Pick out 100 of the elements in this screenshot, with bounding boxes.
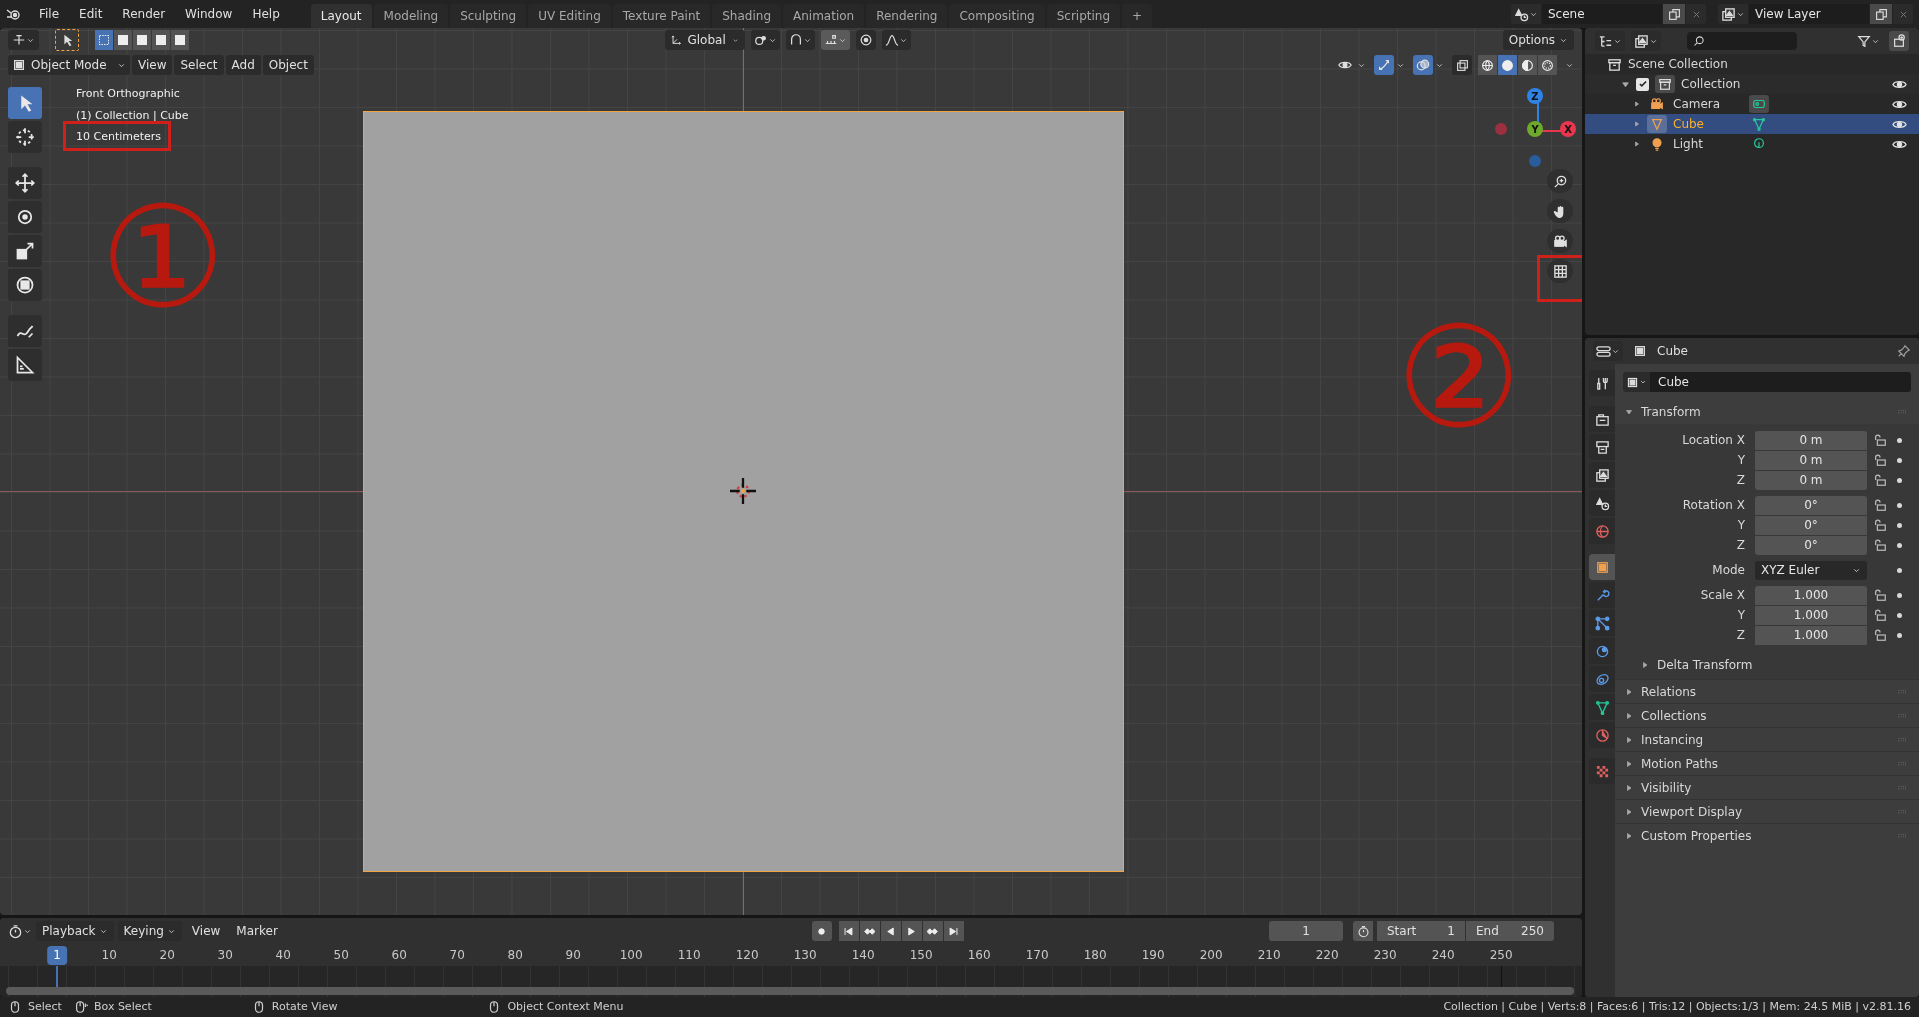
frame-number: 130 [793, 947, 817, 964]
subpanel-header[interactable]: Delta Transform [1615, 655, 1919, 675]
panel-header[interactable]: Instancing [1625, 730, 1704, 749]
frame-number: 150 [909, 947, 933, 964]
outliner-row[interactable]: Cube [1585, 114, 1919, 134]
header-menu[interactable]: Add [225, 55, 261, 75]
panel-header[interactable]: Custom Properties [1625, 826, 1752, 845]
number-field[interactable]: 1.000 [1755, 625, 1867, 645]
frame-number: 250 [1489, 947, 1513, 964]
number-field[interactable]: 0 m [1755, 450, 1867, 470]
number-field[interactable]: 0 m [1755, 430, 1867, 450]
mode-dropdown[interactable]: Object Mode [8, 55, 130, 75]
workspace-tab[interactable]: Compositing [949, 4, 1045, 28]
frame-number: 20 [159, 947, 175, 964]
outliner-item[interactable]: Cube [1673, 115, 1743, 133]
frame-range-field[interactable]: End 250 [1466, 921, 1554, 941]
number-field[interactable]: 1.000 [1755, 605, 1867, 625]
frame-number: 240 [1431, 947, 1455, 964]
workspace-tab[interactable]: Shading [712, 4, 781, 28]
menu-item[interactable]: Render [113, 3, 175, 25]
field-label: Scale X [1699, 587, 1746, 604]
frame-range-field[interactable]: Start 1 [1377, 921, 1465, 941]
status-hint: Rotate View [271, 998, 338, 1015]
panel-header[interactable]: Visibility [1625, 778, 1692, 797]
field-label: Y [1736, 452, 1746, 469]
header-menu[interactable]: Select [174, 55, 224, 75]
field-label: Location X [1681, 432, 1746, 449]
number-field[interactable]: 0° [1755, 495, 1867, 515]
annotation-number: ① [100, 188, 226, 328]
number-field[interactable]: 1.000 [1755, 585, 1867, 605]
axis-handle[interactable]: Y [1527, 121, 1543, 137]
axis-handle[interactable]: X [1560, 121, 1576, 137]
field-value: 250 [1521, 923, 1544, 940]
frame-number: 80 [507, 947, 523, 964]
panel-header[interactable]: Motion Paths [1625, 754, 1719, 773]
panel-header[interactable]: Transform [1625, 403, 1701, 421]
number-field[interactable]: 0° [1755, 515, 1867, 535]
number-field[interactable]: 0° [1755, 535, 1867, 555]
panel-header[interactable]: Viewport Display [1625, 802, 1743, 821]
field-label: Mode [1711, 562, 1746, 579]
field-value: 1 [1447, 923, 1455, 940]
frame-number: 180 [1083, 947, 1107, 964]
workspace-tab[interactable]: Modeling [373, 4, 449, 28]
outliner-item[interactable]: Collection [1681, 75, 1741, 93]
timeline-menu[interactable]: Playback [36, 921, 114, 941]
menu-item[interactable]: Edit [70, 3, 112, 25]
panel-header[interactable]: Collections [1625, 706, 1707, 725]
header-menu[interactable]: View [132, 55, 173, 75]
outliner-item[interactable]: Scene Collection [1628, 55, 1728, 73]
options-dropdown[interactable]: Options [1502, 30, 1574, 50]
panel-header[interactable]: Relations [1625, 682, 1697, 701]
workspace-tab[interactable]: + [1122, 4, 1153, 28]
timeline-menu[interactable]: Marker [230, 921, 284, 941]
status-hint: Object Context Menu [507, 998, 624, 1015]
header-menu[interactable]: Object [262, 55, 314, 75]
field-label: Start [1387, 923, 1417, 940]
workspace-tab[interactable]: Sculpting [450, 4, 527, 28]
workspace-tab[interactable]: Rendering [866, 4, 948, 28]
frame-number: 210 [1257, 947, 1281, 964]
view-name-label: Front Orthographic [76, 86, 180, 102]
axis-handle[interactable]: Z [1527, 88, 1543, 104]
frame-number: 100 [619, 947, 643, 964]
frame-number: 40 [275, 947, 291, 964]
grid-scale-label: 10 Centimeters [76, 129, 162, 145]
number-field[interactable]: 0 m [1755, 470, 1867, 490]
field-label: Z [1735, 627, 1746, 644]
timeline-menu[interactable]: Keying [117, 921, 182, 941]
menu-item[interactable]: File [30, 3, 69, 25]
frame-number: 90 [565, 947, 581, 964]
field-label: Y [1736, 517, 1746, 534]
field-label: Z [1735, 472, 1746, 489]
object-name-field[interactable]: Cube [1650, 372, 1911, 392]
object-info-label: (1) Collection | Cube [76, 107, 189, 124]
frame-number: 60 [391, 947, 407, 964]
current-frame-field[interactable]: 1 [1269, 921, 1343, 941]
annotation-number: ② [1396, 308, 1522, 448]
workspace-tab[interactable]: Scripting [1046, 4, 1121, 28]
status-hint: Select [28, 998, 62, 1015]
orientation-dropdown[interactable]: Global [664, 30, 745, 50]
field-label: Y [1736, 607, 1746, 624]
workspace-tab[interactable]: Layout [310, 4, 372, 28]
playhead-frame[interactable]: 1 [47, 946, 67, 965]
frame-number: 230 [1373, 947, 1397, 964]
view-layer-name-field[interactable]: View Layer [1749, 4, 1869, 24]
outliner-item[interactable]: Camera [1673, 95, 1743, 113]
frame-number: 120 [735, 947, 759, 964]
workspace-tab[interactable]: Animation [783, 4, 865, 28]
rotation-mode-dropdown[interactable]: XYZ Euler [1755, 560, 1867, 580]
workspace-tab[interactable]: Texture Paint [612, 4, 711, 28]
status-hint: Box Select [93, 998, 152, 1015]
menu-item[interactable]: Window [176, 3, 242, 25]
field-label: Z [1735, 537, 1746, 554]
outliner-item[interactable]: Light [1673, 135, 1743, 153]
frame-number: 50 [333, 947, 349, 964]
frame-number: 70 [449, 947, 465, 964]
timeline-menu[interactable]: View [185, 921, 227, 941]
status-stats: Collection | Cube | Verts:8 | Faces:6 | Tris:12 | Objects:1/3 | Mem: 24.5 MiB | v2.81.16 [1443, 998, 1911, 1015]
workspace-tab[interactable]: UV Editing [528, 4, 611, 28]
scene-name-field[interactable]: Scene [1542, 4, 1662, 24]
menu-item[interactable]: Help [243, 3, 289, 25]
